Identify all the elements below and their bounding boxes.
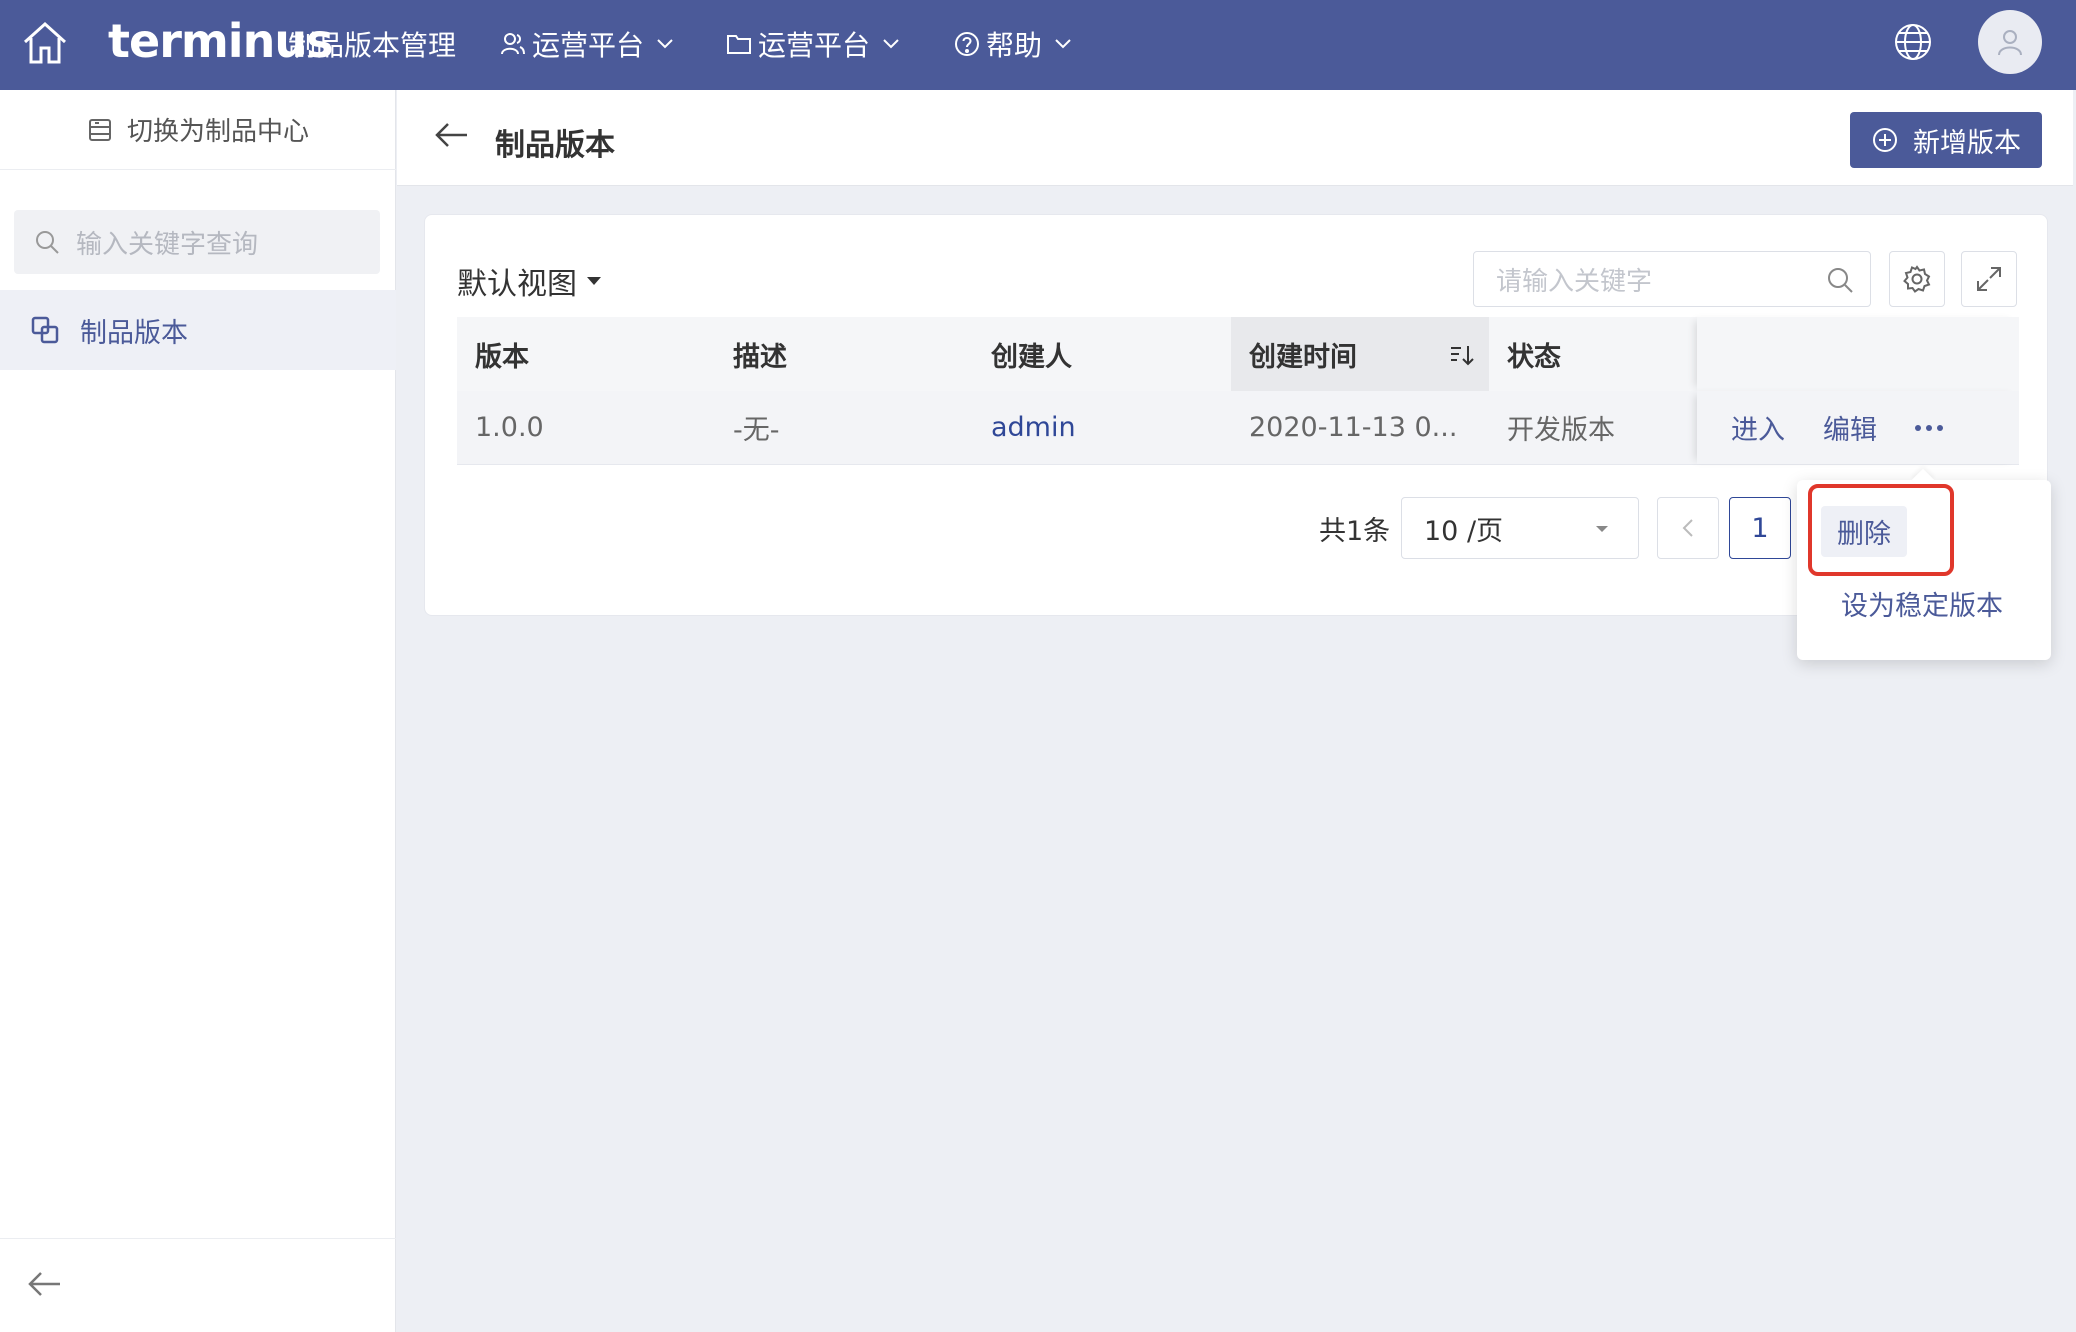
cell-status: 开发版本 xyxy=(1507,415,1615,446)
fullscreen-button[interactable] xyxy=(1961,251,2017,307)
folder-icon xyxy=(727,35,751,54)
add-version-label: 新增版本 xyxy=(1913,127,2021,159)
highlight-box xyxy=(1808,484,1954,576)
page-header: 制品版本 新增版本 xyxy=(397,90,2073,186)
more-actions-icon[interactable] xyxy=(1915,424,1943,431)
avatar[interactable] xyxy=(1978,10,2042,74)
switch-to-artifact-center[interactable]: 切换为制品中心 xyxy=(0,90,396,170)
cell-version: 1.0.0 xyxy=(475,412,544,443)
table-settings-button[interactable] xyxy=(1889,251,1945,307)
chevron-down-icon xyxy=(657,39,673,49)
set-stable-menu-item[interactable]: 设为稳定版本 xyxy=(1841,584,2003,623)
user-icon xyxy=(501,33,525,55)
sidebar: 切换为制品中心 输入关键字查询 制品版本 xyxy=(0,90,396,1332)
chevron-down-icon xyxy=(1055,39,1071,49)
switch-icon xyxy=(88,118,111,141)
chevron-left-icon xyxy=(1682,519,1693,537)
sidebar-search-placeholder: 输入关键字查询 xyxy=(76,229,259,260)
enter-action[interactable]: 进入 xyxy=(1731,408,1785,447)
nav-project-menu[interactable]: 运营平台 xyxy=(726,24,906,64)
nav-help-label: 帮助 xyxy=(986,29,1043,62)
help-icon xyxy=(955,32,979,56)
sort-icon[interactable] xyxy=(1449,343,1475,367)
view-label: 默认视图 xyxy=(457,267,577,302)
top-navbar: terminus 制品版本管理 运营平台 运营平台 帮助 xyxy=(0,0,2076,90)
sidebar-search-input[interactable]: 输入关键字查询 xyxy=(14,210,380,274)
add-version-button[interactable]: 新增版本 xyxy=(1850,112,2042,168)
cell-created-time: 2020-11-13 0... xyxy=(1249,412,1458,443)
nav-help-menu[interactable]: 帮助 xyxy=(954,24,1078,64)
nav-project-label: 运营平台 xyxy=(758,29,871,62)
gear-icon xyxy=(1903,265,1931,293)
page-number-button[interactable]: 1 xyxy=(1729,497,1791,559)
page-size-value: 10 /页 xyxy=(1424,515,1504,547)
app-name: 制品版本管理 xyxy=(288,29,457,62)
col-actions xyxy=(1697,317,2019,391)
table-search-placeholder: 请输入关键字 xyxy=(1496,266,1653,297)
page-size-select[interactable]: 10 /页 xyxy=(1401,497,1639,559)
user-avatar-icon xyxy=(1998,30,2022,56)
chevron-down-icon xyxy=(883,39,899,49)
search-icon xyxy=(1828,268,1853,293)
collapse-arrow-icon[interactable] xyxy=(26,1269,62,1299)
caret-down-icon xyxy=(1596,526,1608,532)
sidebar-item-label: 制品版本 xyxy=(80,317,188,349)
table-search-input[interactable]: 请输入关键字 xyxy=(1473,251,1871,307)
caret-down-icon xyxy=(587,277,601,285)
artifact-version-icon xyxy=(31,316,59,344)
switch-label: 切换为制品中心 xyxy=(126,117,309,147)
nav-org-label: 运营平台 xyxy=(532,29,645,62)
prev-page-button[interactable] xyxy=(1657,497,1719,559)
edit-action[interactable]: 编辑 xyxy=(1823,408,1877,447)
col-created-time[interactable]: 创建时间 xyxy=(1231,317,1489,391)
back-arrow-icon[interactable] xyxy=(433,120,469,150)
table-row: 1.0.0 -无- admin 2020-11-13 0... 开发版本 进入 … xyxy=(457,391,2019,465)
nav-org-menu[interactable]: 运营平台 xyxy=(500,24,680,64)
view-selector[interactable]: 默认视图 xyxy=(457,259,601,303)
expand-icon xyxy=(1977,267,2001,291)
sidebar-item-artifact-version[interactable]: 制品版本 xyxy=(0,290,396,370)
search-icon xyxy=(36,231,59,254)
cell-description: -无- xyxy=(733,415,780,446)
cell-actions: 进入 编辑 xyxy=(1697,391,2019,464)
globe-icon[interactable] xyxy=(1893,22,1933,62)
col-created-time-label: 创建时间 xyxy=(1249,341,1357,373)
table-header: 版本 描述 创建人 创建时间 状态 xyxy=(457,317,2019,391)
home-icon[interactable] xyxy=(20,18,70,68)
col-creator: 创建人 xyxy=(991,341,1072,373)
plus-circle-icon xyxy=(1873,128,1897,152)
page-title: 制品版本 xyxy=(495,128,615,163)
cell-creator-link[interactable]: admin xyxy=(973,391,1231,464)
pagination-total: 共1条 xyxy=(1319,516,1391,547)
col-description: 描述 xyxy=(733,341,787,373)
col-version: 版本 xyxy=(475,341,529,373)
version-table: 版本 描述 创建人 创建时间 状态 1.0.0 -无- admin 2020-1… xyxy=(457,317,2019,465)
col-status: 状态 xyxy=(1507,341,1561,373)
sidebar-footer xyxy=(0,1238,396,1332)
